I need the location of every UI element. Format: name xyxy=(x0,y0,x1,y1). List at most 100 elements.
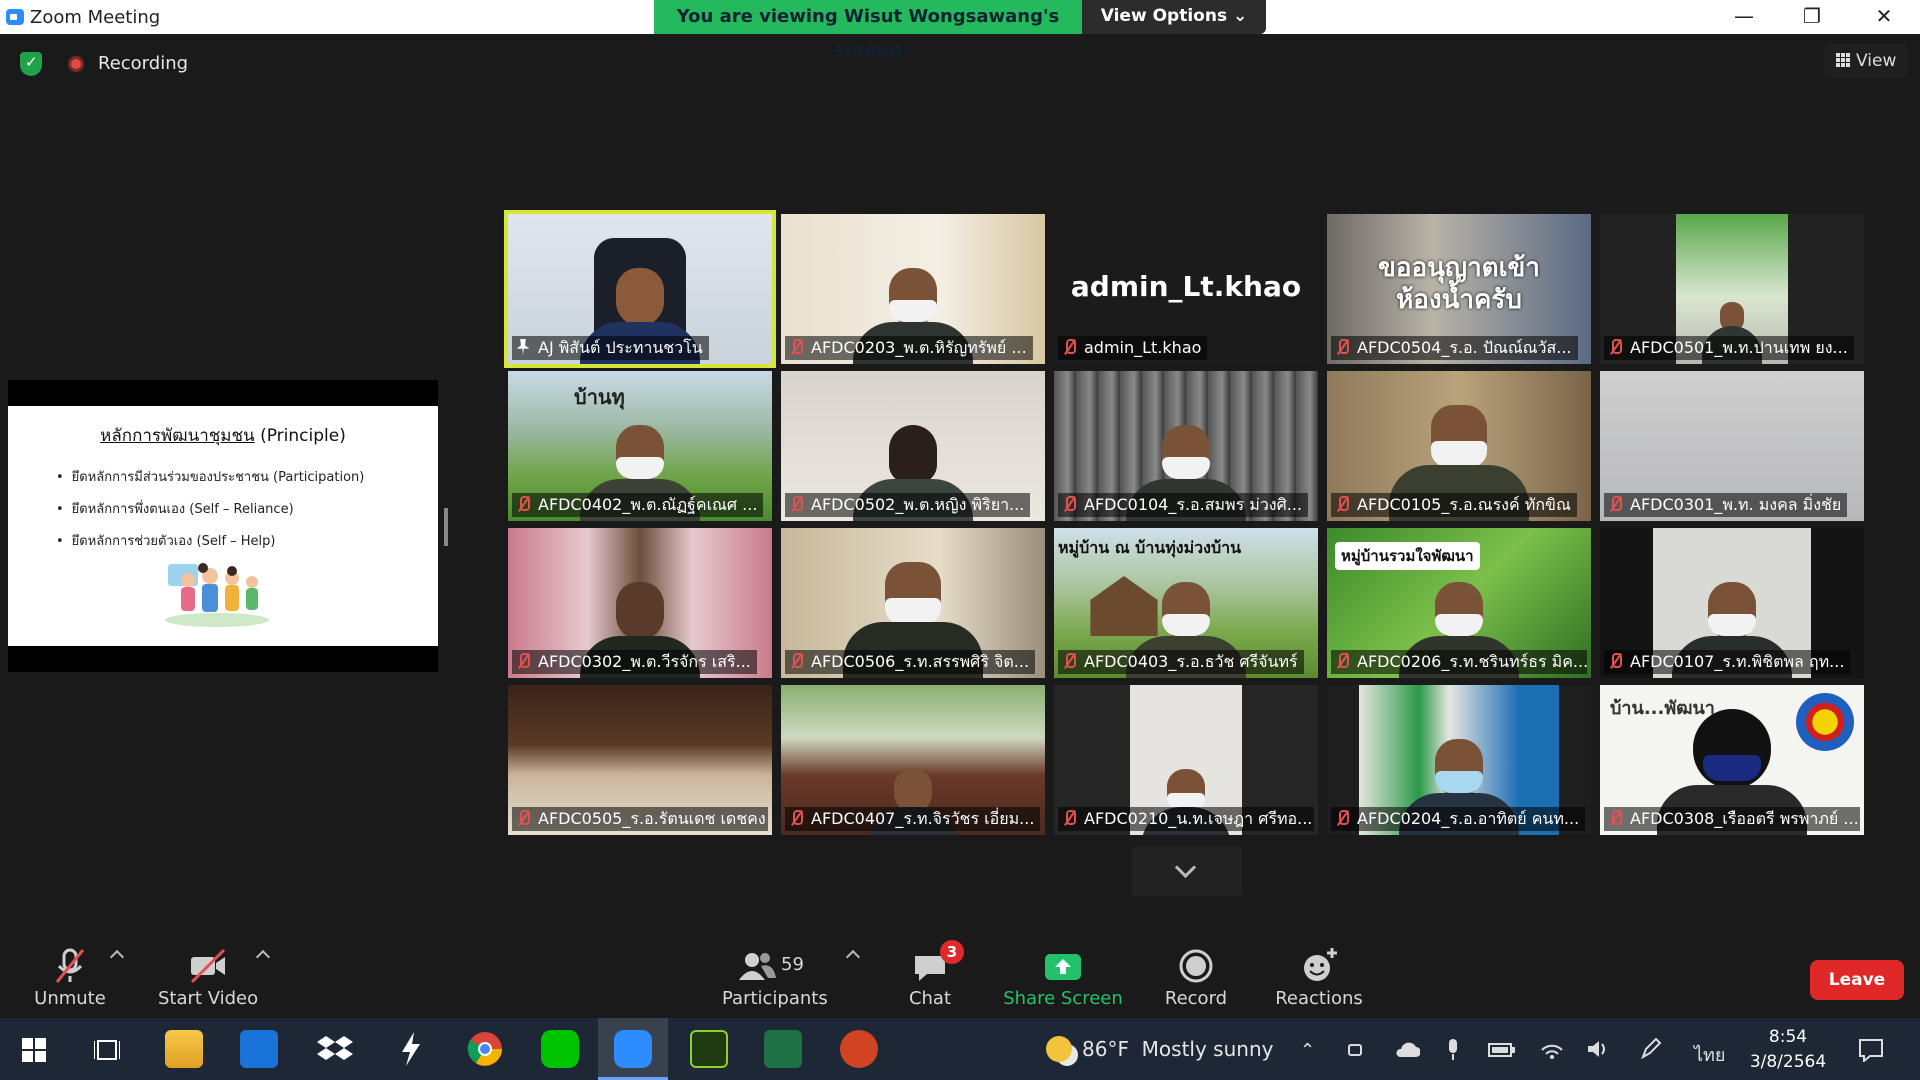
participant-tile[interactable]: AJ พิสันต์ ประทานชวโน xyxy=(504,210,776,368)
app-bolt-icon[interactable] xyxy=(392,1030,430,1068)
shared-screen: หลักการพัฒนาชุมชน (Principle) ยึดหลักการ… xyxy=(8,380,438,672)
restore-button[interactable]: ❐ xyxy=(1778,0,1846,34)
participant-name: AFDC0203_พ.ต.หิรัญทรัพย์ ... xyxy=(785,336,1033,360)
system-clock[interactable]: 8:54 3/8/2564 xyxy=(1748,1025,1828,1075)
participant-name: AFDC0104_ร.อ.สมพร ม่วงศิ... xyxy=(1058,493,1309,517)
dreamweaver-icon[interactable] xyxy=(690,1030,728,1068)
next-page-chevron-down-icon[interactable] xyxy=(1132,846,1242,896)
participant-name: AFDC0403_ร.อ.ธวัช ศรีจันทร์ xyxy=(1058,650,1304,674)
mic-muted-icon xyxy=(1335,810,1349,826)
share-screen-label: Share Screen xyxy=(1003,988,1123,1009)
encryption-shield-icon[interactable] xyxy=(20,52,42,76)
onedrive-cloud-icon[interactable] xyxy=(1394,1042,1420,1058)
participant-name: AFDC0504_ร.อ. ปัณณ์ณวัส... xyxy=(1331,336,1578,360)
close-button[interactable]: ✕ xyxy=(1850,0,1918,34)
window-title: Zoom Meeting xyxy=(30,7,161,28)
participant-tile[interactable]: ขออนุญาตเข้าห้องน้ำครับ AFDC0504_ร.อ. ปั… xyxy=(1327,214,1591,364)
recording-indicator-icon xyxy=(68,56,84,72)
split-resize-handle[interactable] xyxy=(444,508,448,546)
background-caption: หมู่บ้าน ณ บ้านทุ่งม่วงบ้าน xyxy=(1058,538,1242,557)
participant-tile[interactable]: AFDC0407_ร.ท.จิรวัชร เอี่ยม... xyxy=(781,685,1045,835)
view-button[interactable]: View xyxy=(1824,44,1908,78)
reactions-button[interactable]: Reactions xyxy=(1272,946,1366,1009)
mail-icon[interactable] xyxy=(240,1030,278,1068)
clock-date: 3/8/2564 xyxy=(1749,1052,1827,1072)
participant-name: AFDC0302_พ.ต.วีรจักร เสริ... xyxy=(512,650,757,674)
audio-options-caret-icon[interactable] xyxy=(109,949,125,965)
share-screen-button[interactable]: Share Screen xyxy=(1000,946,1126,1009)
record-button[interactable]: Record xyxy=(1158,946,1234,1009)
input-language[interactable]: ไทย xyxy=(1694,1040,1725,1069)
view-label: View xyxy=(1856,51,1897,71)
participant-tile[interactable]: AFDC0104_ร.อ.สมพร ม่วงศิ... xyxy=(1054,371,1318,521)
participants-button[interactable]: 59 Participants xyxy=(722,946,828,1009)
start-video-button[interactable]: Start Video xyxy=(158,946,258,1009)
powerpoint-icon[interactable] xyxy=(840,1030,878,1068)
weather-widget[interactable]: 86°F Mostly sunny xyxy=(1046,1036,1273,1062)
participant-tile[interactable]: AFDC0502_พ.ต.หญิง พิริยา... xyxy=(781,371,1045,521)
chat-label: Chat xyxy=(908,988,952,1009)
unmute-button[interactable]: Unmute xyxy=(28,946,112,1009)
participant-name: AFDC0301_พ.ท. มงคล มิ่งชัย xyxy=(1604,493,1848,517)
title-bar: Zoom Meeting You are viewing Wisut Wongs… xyxy=(0,0,1920,61)
background-caption: หมู่บ้านรวมใจพัฒนา xyxy=(1335,542,1480,570)
participant-tile[interactable]: AFDC0302_พ.ต.วีรจักร เสริ... xyxy=(508,528,772,678)
participant-tile[interactable]: AFDC0105_ร.อ.ณรงค์ ทักขิณ xyxy=(1327,371,1591,521)
pen-workspace-icon[interactable] xyxy=(1640,1038,1662,1060)
slide-title: หลักการพัฒนาชุมชน (Principle) xyxy=(8,422,438,449)
slide-bullet: ยึดหลักการพึ่งตนเอง (Self – Reliance) xyxy=(56,498,364,519)
windows-start-icon[interactable] xyxy=(22,1038,46,1062)
line-app-icon[interactable] xyxy=(541,1030,579,1068)
wifi-icon[interactable] xyxy=(1540,1038,1564,1060)
show-hidden-icons-chevron-up-icon[interactable]: ⌃ xyxy=(1300,1040,1315,1061)
mic-muted-icon xyxy=(516,653,530,669)
recording-label: Recording xyxy=(98,53,189,74)
chrome-icon[interactable] xyxy=(466,1030,504,1068)
zoom-window: Zoom Meeting You are viewing Wisut Wongs… xyxy=(0,0,1920,1080)
notifications-icon[interactable] xyxy=(1858,1038,1884,1062)
share-screen-icon xyxy=(1045,954,1081,980)
participants-options-caret-icon[interactable] xyxy=(845,949,861,965)
participant-tile[interactable]: หมู่บ้าน ณ บ้านทุ่งม่วงบ้าน AFDC0403_ร.อ… xyxy=(1054,528,1318,678)
participant-tile[interactable]: AFDC0501_พ.ท.ปานเทพ ยง... xyxy=(1600,214,1864,364)
mic-muted-icon xyxy=(789,496,803,512)
zoom-taskbar-icon[interactable] xyxy=(614,1030,652,1068)
mic-muted-icon xyxy=(1062,496,1076,512)
reactions-label: Reactions xyxy=(1275,988,1363,1009)
video-options-caret-icon[interactable] xyxy=(255,949,271,965)
participant-tile[interactable]: บ้านทุ AFDC0402_พ.ต.ณัฏฐ์คเณศ ... xyxy=(508,371,772,521)
minimize-button[interactable]: — xyxy=(1710,0,1778,34)
file-explorer-icon[interactable] xyxy=(165,1030,203,1068)
participant-tile[interactable]: AFDC0204_ร.อ.อาทิตย์ คนท... xyxy=(1327,685,1591,835)
task-view-icon[interactable] xyxy=(94,1038,120,1062)
participant-name: AFDC0502_พ.ต.หญิง พิริยา... xyxy=(785,493,1031,517)
battery-icon[interactable] xyxy=(1488,1042,1516,1058)
microphone-tray-icon[interactable] xyxy=(1446,1038,1460,1062)
participant-name: AFDC0407_ร.ท.จิรวัชร เอี่ยม... xyxy=(785,807,1041,831)
participant-tile[interactable]: AFDC0506_ร.ท.สรรพศิริ จิต... xyxy=(781,528,1045,678)
leave-button[interactable]: Leave xyxy=(1810,960,1904,1000)
presentation-slide: หลักการพัฒนาชุมชน (Principle) ยึดหลักการ… xyxy=(8,406,438,646)
participant-tile[interactable]: AFDC0203_พ.ต.หิรัญทรัพย์ ... xyxy=(781,214,1045,364)
mic-muted-icon xyxy=(789,810,803,826)
participant-tile[interactable]: AFDC0107_ร.ท.พิชิตพล ฤท... xyxy=(1600,528,1864,678)
participant-tile[interactable]: AFDC0210_น.ท.เจษฎา ศรีทอ... xyxy=(1054,685,1318,835)
chat-button[interactable]: 3 Chat xyxy=(900,940,964,1009)
mic-muted-icon xyxy=(1608,496,1622,512)
participant-tile[interactable]: หมู่บ้านรวมใจพัฒนา AFDC0206_ร.ท.ชรินทร์ธ… xyxy=(1327,528,1591,678)
excel-icon[interactable] xyxy=(764,1030,802,1068)
participant-tile[interactable]: AFDC0505_ร.อ.รัตนเดช เดชคง xyxy=(508,685,772,835)
mic-muted-icon xyxy=(516,496,530,512)
view-options-button[interactable]: View Options ⌄ xyxy=(1082,0,1266,34)
dropbox-icon[interactable] xyxy=(316,1030,354,1068)
participant-name: AJ พิสันต์ ประทานชวโน xyxy=(512,336,709,360)
participant-tile[interactable]: admin_Lt.khao admin_Lt.khao xyxy=(1054,214,1318,364)
zoom-app-icon xyxy=(6,9,24,25)
participant-name: admin_Lt.khao xyxy=(1058,336,1208,360)
participant-tile[interactable]: บ้าน...พัฒนา AFDC0308_เรืออตรี พรพาภย์ .… xyxy=(1600,685,1864,835)
meet-now-icon[interactable] xyxy=(1346,1040,1366,1060)
volume-icon[interactable] xyxy=(1586,1038,1610,1060)
participant-name: AFDC0505_ร.อ.รัตนเดช เดชคง xyxy=(512,807,768,831)
mic-muted-icon xyxy=(1062,339,1076,355)
participant-tile[interactable]: AFDC0301_พ.ท. มงคล มิ่งชัย xyxy=(1600,371,1864,521)
